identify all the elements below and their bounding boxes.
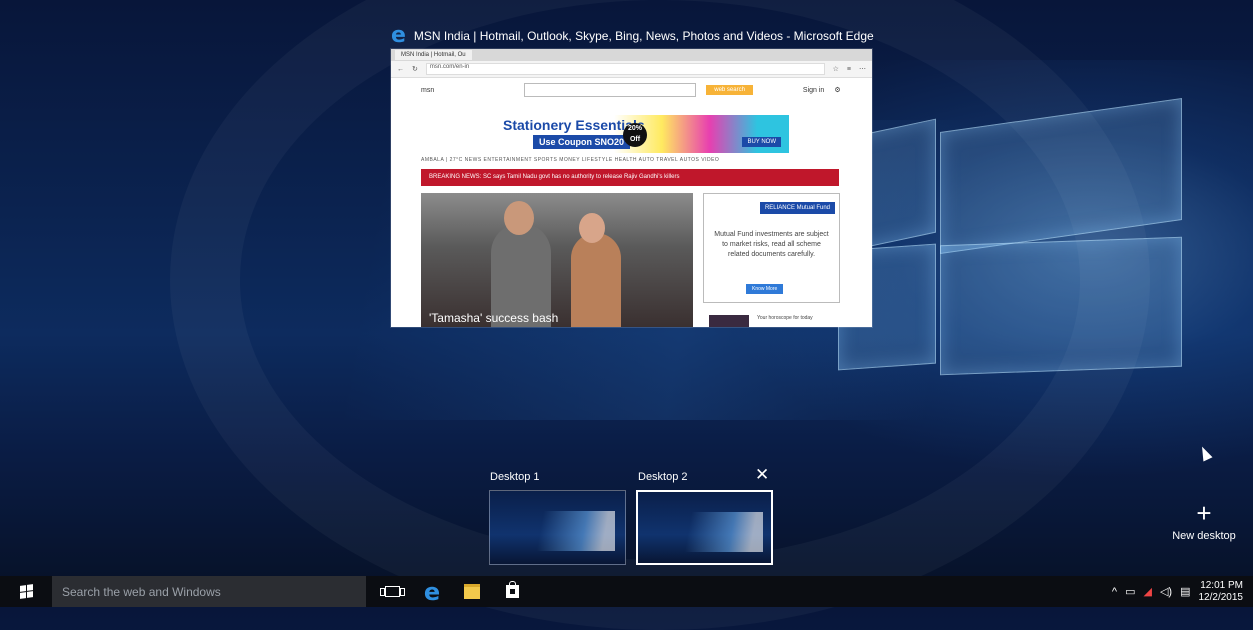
back-icon: ← xyxy=(397,65,404,73)
clock[interactable]: 12:01 PM 12/2/2015 xyxy=(1199,580,1244,604)
system-tray: ^ ▭ ◢ ◁) ▤ 12:01 PM 12/2/2015 xyxy=(1112,576,1243,607)
know-more-button: Know More xyxy=(746,284,784,294)
edge-icon: e xyxy=(391,23,406,48)
photo-caption: 'Tamasha' success bash xyxy=(429,311,559,325)
new-desktop-label: New desktop xyxy=(1172,530,1236,542)
news-photo: 'Tamasha' success bash xyxy=(421,193,693,327)
more-icon: ⋯ xyxy=(859,66,866,73)
browser-tabbar: MSN India | Hotmail, Ou xyxy=(391,49,872,61)
store-button[interactable] xyxy=(492,576,532,607)
desktop-1-thumbnail[interactable] xyxy=(489,490,626,565)
taskbar: Search the web and Windows e ^ ▭ ◢ ◁) ▤ … xyxy=(0,576,1253,607)
volume-icon[interactable]: ◁) xyxy=(1160,585,1172,598)
windows-start-icon xyxy=(19,584,33,599)
action-center-icon[interactable]: ▤ xyxy=(1180,585,1190,598)
folder-icon xyxy=(464,584,480,599)
task-view-button[interactable] xyxy=(372,576,412,607)
msn-search-box xyxy=(524,83,697,97)
close-desktop-icon[interactable]: ✕ xyxy=(755,465,769,485)
desktop-2-thumbnail[interactable] xyxy=(636,490,773,565)
edge-taskbar-button[interactable]: e xyxy=(412,576,452,607)
ad-discount-badge: 20% Off xyxy=(623,123,647,147)
favorite-icon: ☆ xyxy=(832,66,839,73)
side-story-thumb xyxy=(709,315,749,327)
sign-in-link: Sign in xyxy=(802,86,825,94)
refresh-icon: ↻ xyxy=(412,66,418,73)
msn-logo: msn xyxy=(421,86,435,94)
url-field: msn.com/en-in xyxy=(425,63,825,75)
ad-coupon: Use Coupon SNO20 xyxy=(533,135,631,149)
battery-icon[interactable]: ◢ xyxy=(1144,585,1152,598)
settings-icon: ⚙ xyxy=(834,87,841,94)
network-icon[interactable]: ▭ xyxy=(1125,585,1135,598)
browser-tab: MSN India | Hotmail, Ou xyxy=(395,50,472,60)
cortana-search-box[interactable]: Search the web and Windows xyxy=(52,576,366,607)
edge-window-preview[interactable]: MSN India | Hotmail, Ou ← ↻ msn.com/en-i… xyxy=(391,49,872,327)
task-view-icon xyxy=(379,586,405,597)
new-desktop-button[interactable]: + New desktop xyxy=(1164,500,1244,542)
reliance-logo: RELIANCE Mutual Fund xyxy=(759,202,835,214)
tray-chevron-icon[interactable]: ^ xyxy=(1112,586,1117,598)
clock-time: 12:01 PM xyxy=(1200,579,1243,591)
plus-icon: + xyxy=(1196,498,1212,528)
hub-icon: ≡ xyxy=(846,65,851,73)
mutual-fund-text: Mutual Fund investments are subject to m… xyxy=(714,231,829,258)
msn-header: msn web search Sign in ⚙ xyxy=(391,78,872,102)
clock-date: 12/2/2015 xyxy=(1198,591,1244,603)
msn-nav-links: AMBALA | 27°C NEWS ENTERTAINMENT SPORTS … xyxy=(421,157,720,163)
breaking-news-bar: BREAKING NEWS: SC says Tamil Nadu govt h… xyxy=(421,169,839,186)
mutual-fund-ad: RELIANCE Mutual Fund Mutual Fund investm… xyxy=(703,193,840,303)
ad-buy-now: BUY NOW xyxy=(742,137,781,147)
windows-logo-wallpaper xyxy=(830,95,1210,395)
window-title-bar[interactable]: e MSN India | Hotmail, Outlook, Skype, B… xyxy=(391,24,874,48)
start-button[interactable] xyxy=(0,576,52,607)
desktop-2-label[interactable]: Desktop 2 xyxy=(638,471,688,483)
web-search-button: web search xyxy=(706,85,753,95)
desktop-1-label[interactable]: Desktop 1 xyxy=(490,471,540,483)
window-title: MSN India | Hotmail, Outlook, Skype, Bin… xyxy=(413,29,874,43)
address-bar: ← ↻ msn.com/en-in ☆ ≡ ⋯ xyxy=(391,61,872,78)
store-icon xyxy=(505,581,519,598)
side-story-text: Your horoscope for today xyxy=(757,315,813,321)
edge-icon: e xyxy=(423,577,441,606)
file-explorer-button[interactable] xyxy=(452,576,492,607)
ad-banner: Stationery Essentials Use Coupon SNO20 2… xyxy=(471,115,789,153)
